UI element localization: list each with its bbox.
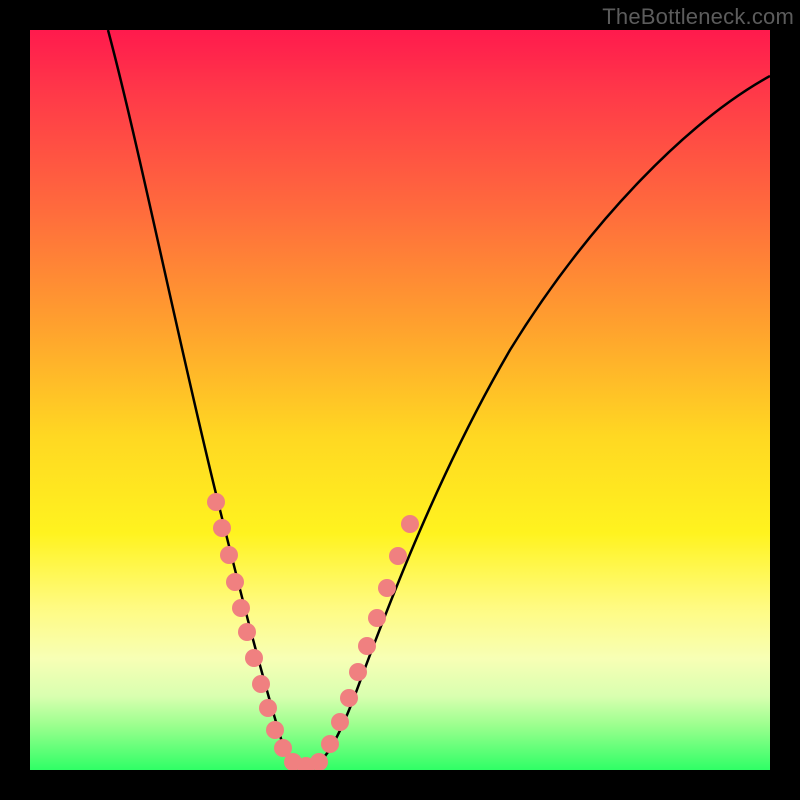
chart-svg bbox=[30, 30, 770, 770]
plot-area bbox=[30, 30, 770, 770]
bottleneck-curve bbox=[108, 30, 770, 768]
watermark-text: TheBottleneck.com bbox=[602, 4, 794, 30]
frame: TheBottleneck.com bbox=[0, 0, 800, 800]
highlight-dots bbox=[207, 493, 419, 770]
